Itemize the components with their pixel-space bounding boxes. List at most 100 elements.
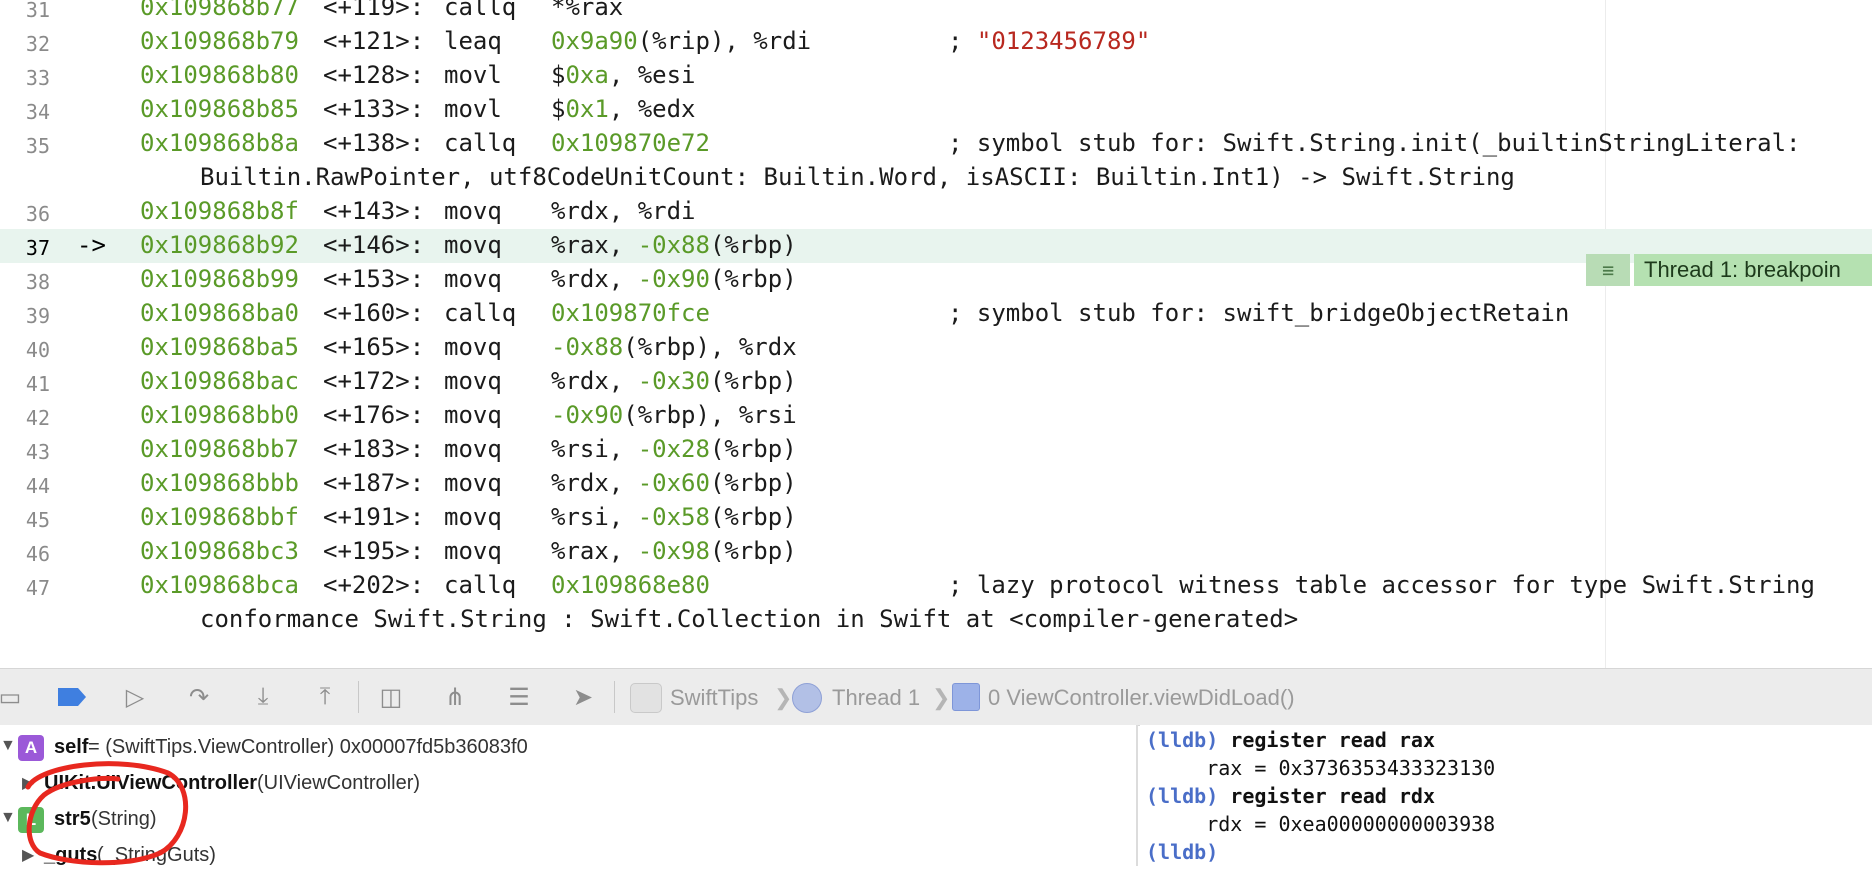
instruction-operands: $0xa, %esi (551, 61, 696, 89)
memory-graph-icon[interactable]: ⋔ (438, 683, 472, 711)
disclosure-collapsed-icon[interactable]: ▶ (22, 773, 34, 793)
view-hierarchy-icon[interactable]: ◫ (374, 683, 408, 711)
variable-type: (_StringGuts) (97, 844, 216, 866)
instruction-mnemonic: movq (444, 537, 502, 565)
lldb-prompt: (lldb) (1146, 728, 1219, 752)
pane-divider[interactable] (1136, 725, 1138, 866)
instruction-mnemonic: movl (444, 61, 502, 89)
variable-row[interactable]: ▶ UIKit.UIViewController (UIViewControlle… (0, 766, 1136, 802)
breadcrumb-thread[interactable]: Thread 1 (832, 685, 920, 711)
debug-bar: ▭ ▷ ↷ ⤓ ⤒ ◫ ⋔ ☰ ➤ SwiftTips ❯ Thread 1 ❯… (0, 668, 1872, 726)
operand-token: (%rbp) (709, 367, 797, 395)
breakpoint-annotation[interactable]: ≡ Thread 1: breakpoin (1586, 254, 1872, 286)
code-line: 35 0x109868b8a <+138>: callq 0x109870e72 ; sy… (0, 127, 1872, 161)
line-number[interactable]: 34 (0, 100, 50, 124)
instruction-operands: -0x90(%rbp), %rsi (551, 401, 797, 429)
breakpoints-toggle-icon[interactable] (54, 683, 90, 711)
line-number[interactable]: 37 (0, 236, 50, 260)
line-number[interactable]: 46 (0, 542, 50, 566)
instruction-operands: %rdx, -0x90(%rbp) (551, 265, 797, 293)
operand-token: "0123456789" (976, 27, 1151, 55)
stack-frame-icon[interactable] (952, 683, 980, 711)
instruction-offset: <+172>: (323, 367, 425, 395)
code-line-continuation: conformance Swift.String : Swift.Collect… (0, 603, 1872, 637)
code-line: 42 0x109868bb0 <+176>: movq -0x90(%rbp), %rs… (0, 399, 1872, 433)
instruction-mnemonic: callq (444, 0, 517, 21)
operand-token: -0x60 (637, 469, 710, 497)
instruction-mnemonic: callq (444, 299, 517, 327)
console-line: (lldb) register read rax (1146, 728, 1435, 752)
app-icon[interactable] (630, 683, 662, 713)
instruction-address: 0x109868bac (140, 367, 299, 395)
line-number[interactable]: 47 (0, 576, 50, 600)
console-line: rax = 0x3736353433323130 (1146, 756, 1495, 780)
step-over-icon[interactable]: ↷ (182, 683, 216, 711)
line-number[interactable]: 36 (0, 202, 50, 226)
code-line: 32 0x109868b79 <+121>: leaq 0x9a90(%rip), %r… (0, 25, 1872, 59)
line-number[interactable]: 41 (0, 372, 50, 396)
instruction-mnemonic: movq (444, 367, 502, 395)
lldb-console[interactable]: (lldb) register read rax rax = 0x3736353… (1140, 725, 1872, 866)
line-number[interactable]: 42 (0, 406, 50, 430)
variable-row[interactable]: ▼ Aself = (SwiftTips.ViewController) 0x00… (0, 730, 1136, 766)
disclosure-expanded-icon[interactable]: ▼ (0, 809, 16, 827)
simulate-location-icon[interactable]: ➤ (566, 683, 600, 711)
operand-token: ; symbol stub for: swift_bridgeObjectRet… (948, 299, 1570, 327)
line-number[interactable]: 33 (0, 66, 50, 90)
variable-type: (UIViewController) (257, 772, 421, 794)
lldb-prompt: (lldb) (1146, 840, 1219, 864)
breadcrumb-frame[interactable]: 0 ViewController.viewDidLoad() (988, 685, 1295, 711)
disclosure-expanded-icon[interactable]: ▼ (0, 737, 16, 755)
instruction-address: 0x109868b99 (140, 265, 299, 293)
line-number[interactable]: 40 (0, 338, 50, 362)
instruction-offset: <+183>: (323, 435, 425, 463)
instruction-offset: <+165>: (323, 333, 425, 361)
step-into-icon[interactable]: ⤓ (246, 683, 280, 711)
line-number[interactable]: 35 (0, 134, 50, 158)
instruction-address: 0x109868ba0 (140, 299, 299, 327)
disclosure-collapsed-icon[interactable]: ▶ (22, 845, 34, 865)
variable-row[interactable]: ▼ Lstr5 (String) (0, 802, 1136, 838)
instruction-mnemonic: callq (444, 129, 517, 157)
variable-name: self (54, 736, 89, 758)
line-number[interactable]: 44 (0, 474, 50, 498)
variable-row[interactable]: ▶ _guts (_StringGuts) (0, 838, 1136, 874)
operand-token: ; symbol stub for: Swift.String.init(_bu… (948, 129, 1801, 157)
line-number[interactable]: 39 (0, 304, 50, 328)
operand-token: %rsi, (551, 503, 638, 531)
code-line: 34 0x109868b85 <+133>: movl $0x1, %edx (0, 93, 1872, 127)
comment-continuation: Builtin.RawPointer, utf8CodeUnitCount: B… (200, 163, 1515, 191)
operand-token: 0x109870fce (551, 299, 710, 327)
line-number[interactable]: 38 (0, 270, 50, 294)
operand-token: (%rbp) (709, 435, 797, 463)
instruction-operands: $0x1, %edx (551, 95, 696, 123)
operand-token: 0xa (565, 61, 609, 89)
console-output: rdx = 0xea00000000003938 (1146, 812, 1496, 836)
code-line: 43 0x109868bb7 <+183>: movq %rsi, -0x28(%rbp… (0, 433, 1872, 467)
continue-icon[interactable]: ▷ (118, 683, 152, 711)
step-out-icon[interactable]: ⤒ (308, 683, 342, 711)
line-number[interactable]: 43 (0, 440, 50, 464)
operand-token: 0x9a90 (551, 27, 638, 55)
instruction-address: 0x109868b8f (140, 197, 299, 225)
breadcrumb-app[interactable]: SwiftTips (670, 685, 758, 711)
code-line: 31 0x109868b77 <+119>: callq *%rax (0, 0, 1872, 25)
line-number[interactable]: 31 (0, 0, 50, 22)
instruction-comment: ; symbol stub for: Swift.String.init(_bu… (948, 129, 1801, 157)
operand-token: ; lazy protocol witness table accessor f… (948, 571, 1815, 599)
instruction-mnemonic: movq (444, 333, 502, 361)
operand-token: (%rbp) (709, 265, 797, 293)
operand-token: (%rip), %rdi (637, 27, 812, 55)
instruction-operands: %rdx, %rdi (551, 197, 696, 225)
instruction-mnemonic: movq (444, 265, 502, 293)
thread-icon[interactable] (792, 683, 822, 713)
instruction-address: 0x109868bbb (140, 469, 299, 497)
chevron-right-icon: ❯ (774, 685, 793, 710)
line-number[interactable]: 45 (0, 508, 50, 532)
line-number[interactable]: 32 (0, 32, 50, 56)
environment-overrides-icon[interactable]: ☰ (502, 683, 536, 711)
list-icon[interactable]: ≡ (1586, 254, 1630, 286)
operand-token: 0x109868e80 (551, 571, 710, 599)
instruction-address: 0x109868bb0 (140, 401, 299, 429)
hide-debug-area-icon[interactable]: ▭ (0, 683, 21, 711)
